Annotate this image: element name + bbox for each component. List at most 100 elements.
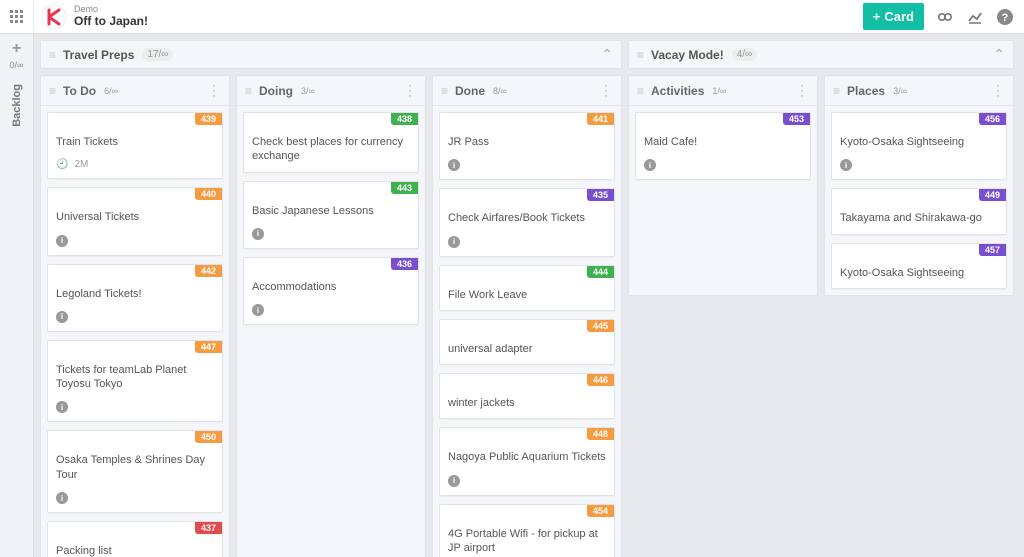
apps-menu-button[interactable]: [0, 0, 34, 34]
card-title: File Work Leave: [448, 288, 606, 302]
help-button[interactable]: ?: [992, 4, 1018, 30]
card-age: 2M: [74, 159, 88, 170]
column-count: 6/∞: [104, 86, 118, 96]
column-count: 1/∞: [712, 86, 726, 96]
info-icon: i: [448, 236, 460, 248]
card-badge: 442: [195, 265, 222, 277]
add-backlog-button[interactable]: +: [12, 40, 21, 58]
card[interactable]: 4544G Portable Wifi - for pickup at JP a…: [439, 504, 615, 557]
card-badge: 436: [391, 258, 418, 270]
card[interactable]: 456Kyoto-Osaka Sightseeingi: [831, 112, 1007, 180]
card-title: Osaka Temples & Shrines Day Tour: [56, 453, 214, 482]
swimlane-count: 17/∞: [142, 48, 173, 61]
card-badge: 454: [587, 505, 614, 517]
card[interactable]: 436Accommodationsi: [243, 257, 419, 325]
info-icon: i: [840, 159, 852, 171]
card-badge: 446: [587, 374, 614, 386]
card[interactable]: 447 Tickets for teamLab Planet Toyosu Tok…: [47, 340, 223, 423]
column-menu-button[interactable]: ⋮: [795, 82, 809, 99]
card-badge: 444: [587, 266, 614, 278]
drag-handle-icon[interactable]: ≡: [637, 84, 643, 98]
drag-handle-icon[interactable]: ≡: [245, 84, 251, 98]
column-menu-button[interactable]: ⋮: [207, 82, 221, 99]
info-icon: i: [644, 159, 656, 171]
settings-button[interactable]: [932, 4, 958, 30]
collapse-lane-button[interactable]: ⌃: [993, 46, 1005, 63]
backlog-label[interactable]: Backlog: [11, 84, 23, 127]
card-badge: 438: [391, 113, 418, 125]
swimlane-title[interactable]: Vacay Mode!: [651, 48, 724, 62]
logo[interactable]: [39, 2, 69, 32]
swimlane-count: 4/∞: [732, 48, 757, 61]
card[interactable]: 438 Check best places for currency exchan…: [243, 112, 419, 173]
card[interactable]: 440Universal Ticketsi: [47, 187, 223, 255]
grid-icon: [10, 10, 24, 24]
card-title: Tickets for teamLab Planet Toyosu Tokyo: [56, 363, 214, 392]
card[interactable]: 443Basic Japanese Lessonsi: [243, 181, 419, 249]
card[interactable]: 450 Osaka Temples & Shrines Day Tour i: [47, 430, 223, 513]
info-icon: i: [448, 159, 460, 171]
card[interactable]: 439Train Tickets🕘2M: [47, 112, 223, 179]
card[interactable]: 453 Maid Cafe! i: [635, 112, 811, 180]
card[interactable]: 441JR Passi: [439, 112, 615, 180]
collapse-lane-button[interactable]: ⌃: [601, 46, 613, 63]
card-title: Check best places for currency exchange: [252, 135, 410, 164]
card-title: Kyoto-Osaka Sightseeing: [840, 135, 998, 149]
card-badge: 440: [195, 188, 222, 200]
card-badge: 450: [195, 431, 222, 443]
help-icon: ?: [996, 8, 1014, 26]
card-badge: 453: [783, 113, 810, 125]
card[interactable]: 437Packing list☑4/20: [47, 521, 223, 557]
svg-text:?: ?: [1002, 12, 1009, 24]
column-count: 8/∞: [493, 86, 507, 96]
backlog-count: 0/∞: [10, 60, 24, 70]
card-badge: 457: [979, 244, 1006, 256]
drag-handle-icon[interactable]: ≡: [637, 48, 643, 62]
add-card-label: Card: [884, 9, 914, 24]
card[interactable]: 435Check Airfares/Book Ticketsi: [439, 188, 615, 256]
card[interactable]: 449Takayama and Shirakawa-go: [831, 188, 1007, 234]
column-count: 3/∞: [893, 86, 907, 96]
card-badge: 448: [587, 428, 614, 440]
column-menu-button[interactable]: ⋮: [599, 82, 613, 99]
card[interactable]: 448Nagoya Public Aquarium Ticketsi: [439, 427, 615, 495]
column-title[interactable]: To Do: [63, 84, 96, 98]
card-badge: 445: [587, 320, 614, 332]
info-icon: i: [56, 401, 68, 413]
card-badge: 447: [195, 341, 222, 353]
column: ≡Done8/∞⋮441JR Passi435Check Airfares/Bo…: [432, 75, 622, 557]
swimlane-title[interactable]: Travel Preps: [63, 48, 134, 62]
info-icon: i: [56, 492, 68, 504]
card-badge: 437: [195, 522, 222, 534]
drag-handle-icon[interactable]: ≡: [833, 84, 839, 98]
column-menu-button[interactable]: ⋮: [991, 82, 1005, 99]
column-title[interactable]: Doing: [259, 84, 293, 98]
column-title[interactable]: Activities: [651, 84, 704, 98]
drag-handle-icon[interactable]: ≡: [441, 84, 447, 98]
column-menu-button[interactable]: ⋮: [403, 82, 417, 99]
drag-handle-icon[interactable]: ≡: [49, 48, 55, 62]
clock-icon: 🕘: [56, 159, 68, 170]
column-count: 3/∞: [301, 86, 315, 96]
card[interactable]: 444 File Work Leave: [439, 265, 615, 311]
card[interactable]: 445universal adapter: [439, 319, 615, 365]
info-icon: i: [56, 235, 68, 247]
card-title: Legoland Tickets!: [56, 287, 214, 301]
add-card-button[interactable]: + Card: [863, 3, 924, 30]
card-badge: 441: [587, 113, 614, 125]
column-title[interactable]: Done: [455, 84, 485, 98]
plus-icon: +: [873, 9, 881, 24]
card-title: Takayama and Shirakawa-go: [840, 211, 998, 225]
column-title[interactable]: Places: [847, 84, 885, 98]
card-title: Packing list: [56, 544, 214, 557]
drag-handle-icon[interactable]: ≡: [49, 84, 55, 98]
info-icon: i: [252, 228, 264, 240]
analytics-button[interactable]: [962, 4, 988, 30]
board-title[interactable]: Off to Japan!: [74, 15, 148, 28]
card[interactable]: 457Kyoto-Osaka Sightseeing: [831, 243, 1007, 289]
card-title: Check Airfares/Book Tickets: [448, 211, 606, 225]
card[interactable]: 442Legoland Tickets!i: [47, 264, 223, 332]
card-title: Maid Cafe!: [644, 135, 802, 149]
card[interactable]: 446winter jackets: [439, 373, 615, 419]
column: ≡To Do6/∞⋮439Train Tickets🕘2M440Universa…: [40, 75, 230, 557]
